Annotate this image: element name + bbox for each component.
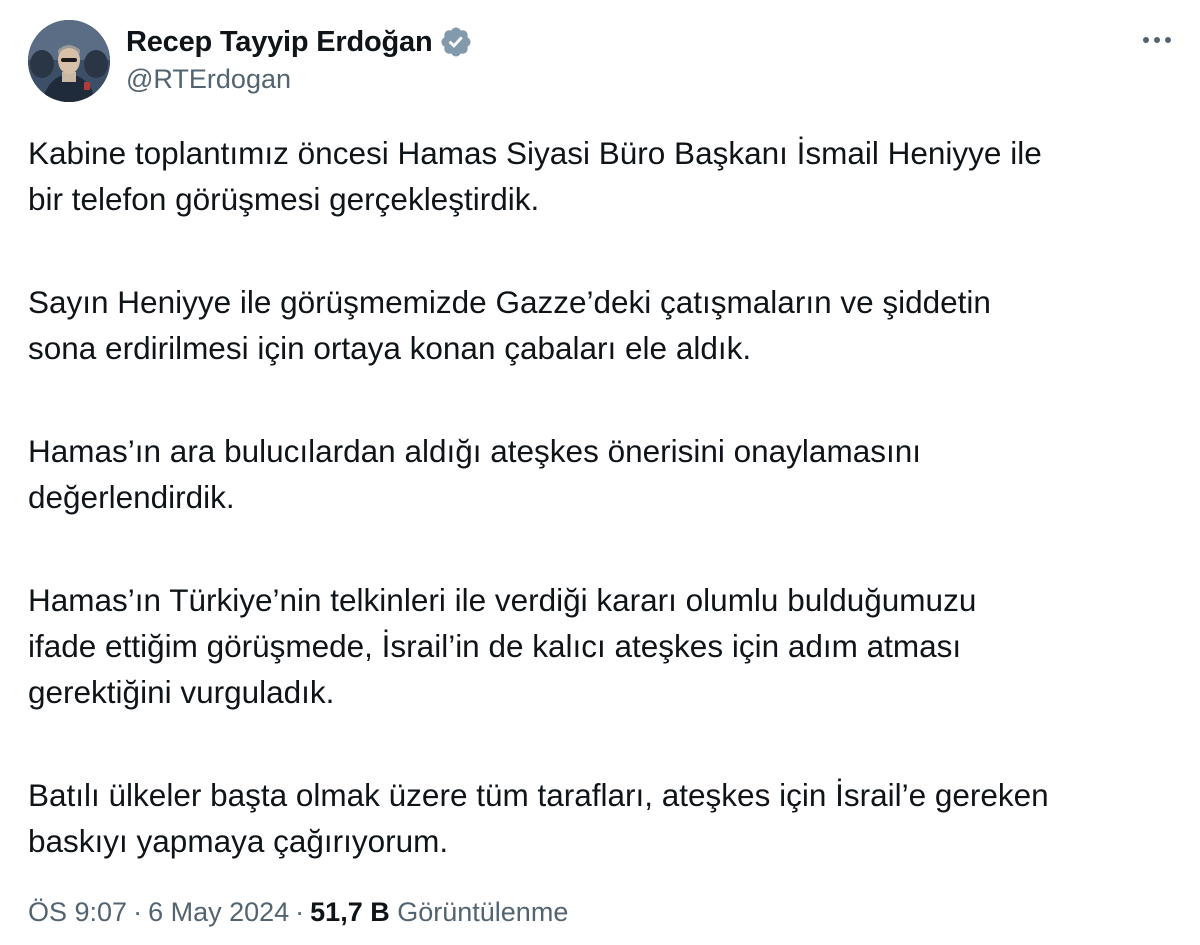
verified-badge-icon[interactable] [439,25,473,59]
tweet-line: değerlendirdik. [28,479,235,515]
tweet-line: sona erdirilmesi için ortaya konan çabal… [28,330,752,366]
tweet-line: ifade ettiğim görüşmede, İsrail’in de ka… [28,628,962,664]
avatar[interactable] [28,20,110,102]
meta-separator: · [133,897,143,927]
views-label: Görüntülenme [397,897,569,927]
more-horizontal-icon[interactable] [1140,28,1174,52]
tweet-line: baskıyı yapmaya çağırıyorum. [28,823,449,859]
tweet-line: Sayın Heniyye ile görüşmemizde Gazze’dek… [28,284,991,320]
tweet-line: Batılı ülkeler başta olmak üzere tüm tar… [28,777,1049,813]
meta-separator: · [295,897,305,927]
tweet-paragraph: Hamas’ın Türkiye’nin telkinleri ile verd… [28,577,1178,715]
author-handle[interactable]: @RTErdogan [126,64,473,95]
tweet-date[interactable]: 6 May 2024 [148,897,289,927]
tweet-line: Hamas’ın ara bulucılardan aldığı ateşkes… [28,433,921,469]
tweet-line: gerektiğini vurguladık. [28,674,335,710]
author-header: Recep Tayyip Erdoğan @RTErdogan [126,22,473,95]
name-row: Recep Tayyip Erdoğan [126,22,473,62]
tweet-paragraph: Kabine toplantımız öncesi Hamas Siyasi B… [28,130,1178,222]
views-count: 51,7 B [310,897,390,927]
avatar-image [28,20,110,102]
tweet-meta: ÖS 9:07 · 6 May 2024 · 51,7 B Görüntülenme [28,897,568,928]
tweet-text: Kabine toplantımız öncesi Hamas Siyasi B… [28,130,1178,921]
tweet-paragraph: Sayın Heniyye ile görüşmemizde Gazze’dek… [28,279,1178,371]
display-name[interactable]: Recep Tayyip Erdoğan [126,26,433,59]
tweet-line: Kabine toplantımız öncesi Hamas Siyasi B… [28,135,1042,171]
tweet-card: Recep Tayyip Erdoğan @RTErdogan Kabine t… [0,0,1200,945]
tweet-time[interactable]: ÖS 9:07 [28,897,127,927]
tweet-line: Hamas’ın Türkiye’nin telkinleri ile verd… [28,582,977,618]
tweet-paragraph: Batılı ülkeler başta olmak üzere tüm tar… [28,772,1178,864]
tweet-line: bir telefon görüşmesi gerçekleştirdik. [28,181,540,217]
tweet-paragraph: Hamas’ın ara bulucılardan aldığı ateşkes… [28,428,1178,520]
